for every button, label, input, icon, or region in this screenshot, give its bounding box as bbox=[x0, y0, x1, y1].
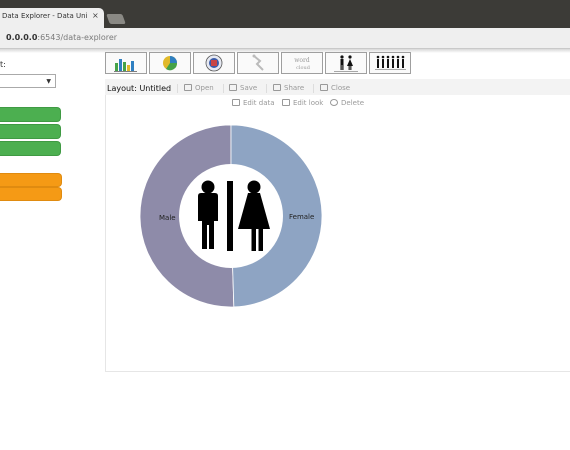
divider-icon bbox=[227, 181, 233, 251]
divider bbox=[313, 84, 314, 93]
person-pair-icon bbox=[334, 55, 358, 72]
svg-text:cloud: cloud bbox=[296, 65, 311, 71]
map-button[interactable] bbox=[193, 52, 235, 74]
chevron-down-icon: ▼ bbox=[46, 78, 51, 85]
delete-button[interactable]: Delete bbox=[330, 99, 364, 107]
sidebar-orange-button-2[interactable] bbox=[0, 187, 62, 201]
edit-data-label: Edit data bbox=[243, 99, 275, 107]
share-button[interactable]: Share bbox=[273, 84, 304, 92]
sidebar-label: t: bbox=[0, 60, 6, 69]
bar-chart-button[interactable] bbox=[105, 52, 147, 74]
browser-titlebar: Data Explorer - Data Uni × bbox=[0, 0, 570, 28]
map-icon bbox=[205, 54, 223, 72]
sidebar-green-button-3[interactable] bbox=[0, 141, 61, 156]
sidebar-orange-button-1[interactable] bbox=[0, 173, 62, 187]
timeline-button[interactable] bbox=[237, 52, 279, 74]
edit-look-label: Edit look bbox=[293, 99, 324, 107]
divider bbox=[266, 84, 267, 93]
browser-tab[interactable]: Data Explorer - Data Uni × bbox=[0, 8, 104, 28]
edit-data-button[interactable]: Edit data bbox=[232, 99, 275, 107]
chart-label-male: Male bbox=[159, 214, 176, 222]
close-label: Close bbox=[331, 84, 351, 92]
save-label: Save bbox=[240, 84, 258, 92]
divider bbox=[177, 84, 178, 93]
word-cloud-button[interactable]: word cloud bbox=[281, 52, 323, 74]
sidebar-green-button-2[interactable] bbox=[0, 124, 61, 139]
chart-label-female: Female bbox=[289, 213, 314, 221]
bar-chart-icon bbox=[114, 59, 137, 72]
people-group-icon bbox=[375, 55, 406, 70]
pie-chart-icon bbox=[163, 56, 178, 71]
open-button[interactable]: Open bbox=[184, 84, 214, 92]
gender-donut-chart: Male Female bbox=[139, 124, 323, 308]
people-group-button[interactable] bbox=[369, 52, 411, 74]
layout-prefix: Layout: bbox=[107, 84, 137, 93]
url-host: 0.0.0.0 bbox=[6, 33, 38, 42]
tab-close-icon[interactable]: × bbox=[92, 11, 99, 20]
save-icon bbox=[229, 84, 237, 91]
person-pair-button[interactable] bbox=[325, 52, 367, 74]
url-text: 0.0.0.0:6543/data-explorer bbox=[6, 33, 117, 42]
pie-chart-button[interactable] bbox=[149, 52, 191, 74]
layout-name: Untitled bbox=[139, 84, 172, 93]
image-icon bbox=[282, 99, 290, 106]
address-bar[interactable]: 0.0.0.0:6543/data-explorer bbox=[0, 28, 570, 49]
url-path: :6543/data-explorer bbox=[37, 33, 118, 42]
browser-tab-title: Data Explorer - Data Uni bbox=[2, 12, 88, 20]
save-button[interactable]: Save bbox=[229, 84, 257, 92]
sidebar-select[interactable]: ▼ bbox=[0, 74, 56, 88]
divider bbox=[223, 84, 224, 93]
share-label: Share bbox=[284, 84, 305, 92]
open-icon bbox=[184, 84, 192, 91]
layout-title: Layout: Untitled bbox=[107, 84, 171, 93]
share-icon bbox=[273, 84, 281, 91]
delete-label: Delete bbox=[341, 99, 364, 107]
svg-text:word: word bbox=[294, 57, 310, 64]
trash-icon bbox=[232, 99, 240, 106]
edit-look-button[interactable]: Edit look bbox=[282, 99, 323, 107]
delete-icon bbox=[330, 99, 338, 106]
close-button[interactable]: Close bbox=[320, 84, 350, 92]
open-label: Open bbox=[195, 84, 214, 92]
new-tab-button[interactable] bbox=[106, 14, 126, 24]
timeline-icon bbox=[252, 54, 264, 71]
sidebar-green-button-1[interactable] bbox=[0, 107, 61, 122]
word-cloud-icon: word cloud bbox=[294, 57, 311, 71]
close-icon bbox=[320, 84, 328, 91]
